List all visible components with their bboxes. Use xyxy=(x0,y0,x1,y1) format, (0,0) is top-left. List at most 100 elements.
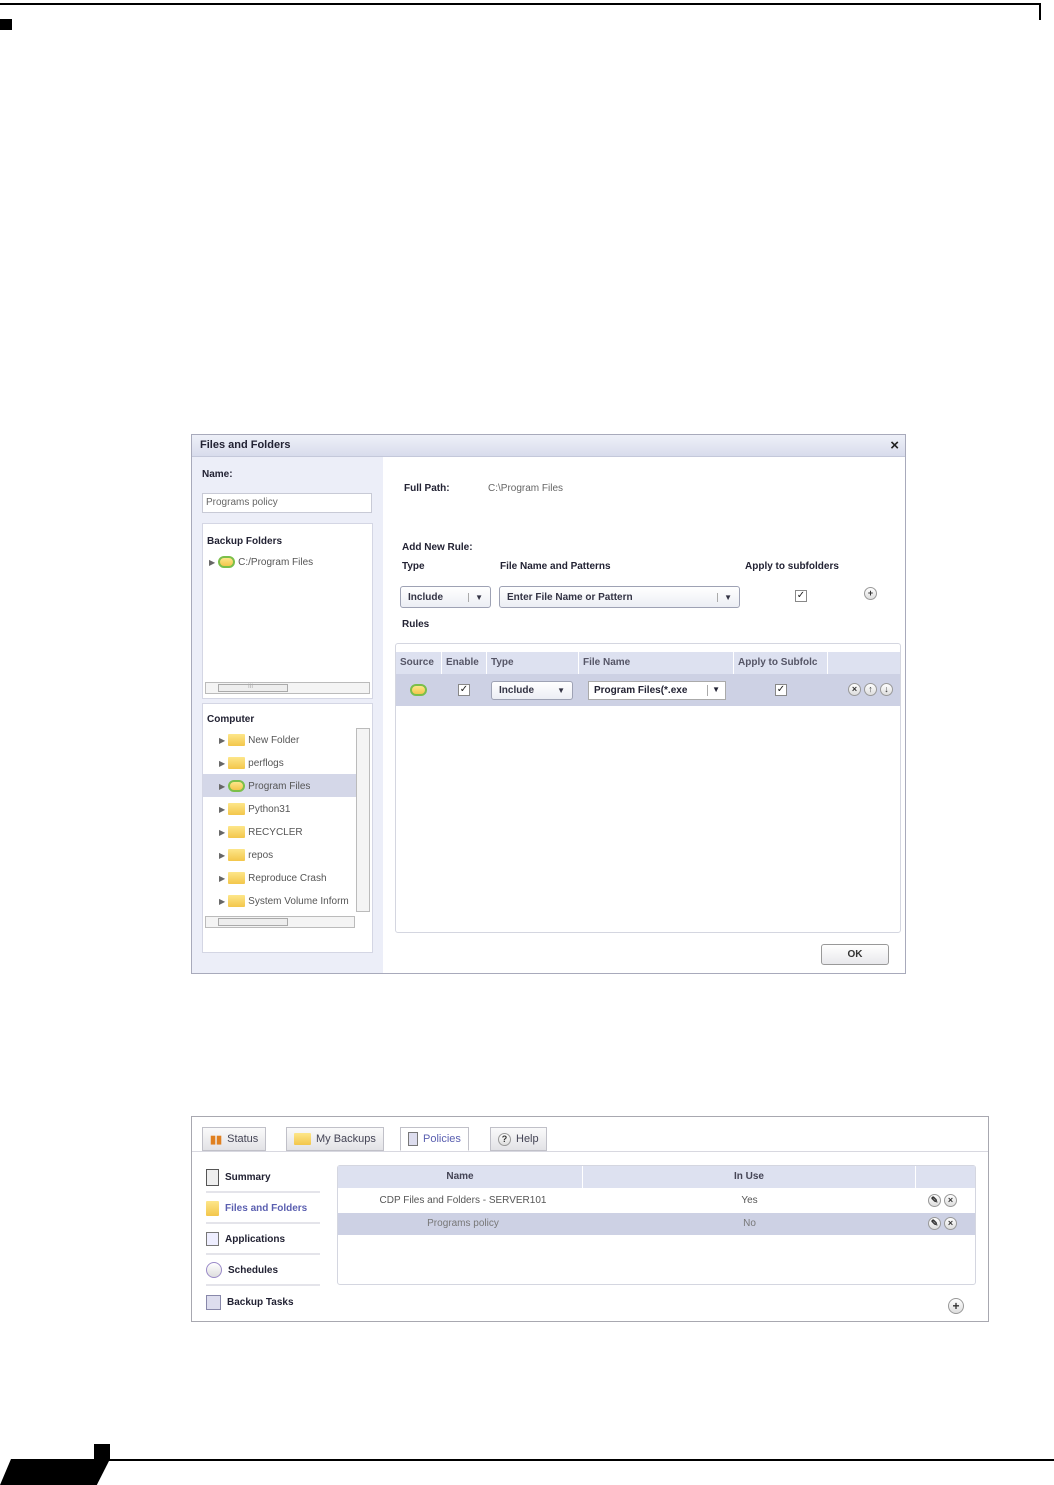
column-header-apply[interactable]: Apply to Subfolc xyxy=(734,652,828,674)
add-rule-icon[interactable]: + xyxy=(864,587,877,600)
backup-tasks-icon xyxy=(206,1294,221,1310)
files-folders-icon xyxy=(206,1200,219,1216)
folder-icon xyxy=(294,1133,311,1145)
ok-button[interactable]: OK xyxy=(821,944,889,965)
name-input[interactable]: Programs policy xyxy=(202,493,372,513)
add-policy-icon[interactable]: + xyxy=(948,1298,964,1314)
tree-item[interactable]: ▶ Python31 xyxy=(219,799,290,819)
nav-files-and-folders[interactable]: Files and Folders xyxy=(206,1194,320,1224)
column-header-in-use[interactable]: In Use xyxy=(583,1166,916,1188)
element: ▶ xyxy=(219,804,226,814)
tree-item-selected[interactable]: ▶ Program Files xyxy=(219,776,310,796)
page-right-rule xyxy=(1039,3,1041,20)
tab-my-backups[interactable]: My Backups xyxy=(286,1127,384,1151)
backup-folders-hscrollbar[interactable] xyxy=(205,682,370,694)
column-header-type[interactable]: Type xyxy=(487,652,579,674)
expand-arrow-icon[interactable]: ▶ xyxy=(209,558,215,567)
folder-icon xyxy=(228,849,246,861)
help-icon: ? xyxy=(498,1132,511,1146)
backup-folder-item[interactable]: ▶ C:/Program Files xyxy=(209,552,313,572)
column-header-name[interactable]: Name xyxy=(338,1166,583,1188)
pattern-label: File Name and Patterns xyxy=(500,561,611,572)
delete-icon[interactable]: × xyxy=(944,1217,957,1230)
page-footer-block xyxy=(0,1459,110,1485)
element: ▶ xyxy=(219,735,226,745)
label: Schedules xyxy=(228,1264,279,1276)
apply-subfolders-row-checkbox[interactable]: ✓ xyxy=(775,684,787,696)
label: Enter File Name or Pattern xyxy=(507,591,633,603)
edit-icon[interactable]: ✎ xyxy=(928,1194,941,1207)
move-down-icon[interactable]: ↓ xyxy=(880,683,893,696)
element xyxy=(192,1151,988,1152)
rule-row[interactable]: ✓ Include ▼ Program Files(*.exe ▼ ✓ × ↑ ↓ xyxy=(396,674,900,706)
summary-icon xyxy=(206,1168,219,1186)
nav-schedules[interactable]: Schedules xyxy=(206,1256,320,1286)
label: repos xyxy=(248,849,274,861)
rule-type-select[interactable]: Include ▼ xyxy=(491,681,573,700)
label: My Backups xyxy=(316,1133,376,1145)
rules-table: Source Enable Type File Name Apply to Su… xyxy=(395,643,901,933)
type-label: Type xyxy=(402,561,425,572)
policies-window: ▮▮ Status My Backups Policies ? Help Summa… xyxy=(191,1116,989,1322)
label: Applications xyxy=(225,1233,286,1245)
chevron-down-icon: ▼ xyxy=(468,592,483,602)
policy-in-use: No xyxy=(743,1218,756,1229)
nav-applications[interactable]: Applications xyxy=(206,1225,320,1255)
element: ▶ xyxy=(219,758,226,768)
label: Status xyxy=(227,1133,259,1145)
close-icon[interactable]: × xyxy=(890,437,899,454)
label: Policies xyxy=(423,1133,461,1145)
type-select[interactable]: Include ▼ xyxy=(400,586,491,608)
folder-icon xyxy=(228,734,246,746)
tree-item[interactable]: ▶ System Volume Inform xyxy=(219,891,355,911)
computer-hscrollbar[interactable] xyxy=(205,916,355,928)
move-up-icon[interactable]: ↑ xyxy=(864,683,877,696)
page-corner-mark xyxy=(0,19,12,30)
scroll-grip: III xyxy=(248,684,254,690)
tree-item[interactable]: ▶ repos xyxy=(219,845,273,865)
apply-subfolders-checkbox[interactable]: ✓ xyxy=(795,590,807,602)
enable-checkbox[interactable]: ✓ xyxy=(458,684,470,696)
table-row[interactable]: CDP Files and Folders - SERVER101 Yes ✎ … xyxy=(338,1190,975,1212)
nav-summary[interactable]: Summary xyxy=(206,1163,320,1193)
computer-vscrollbar[interactable] xyxy=(356,728,370,912)
tree-item[interactable]: ▶ RECYCLER xyxy=(219,822,303,842)
label: System Volume Inform xyxy=(248,895,349,907)
source-folder-icon xyxy=(410,684,427,696)
rule-file-name-input[interactable]: Program Files(*.exe ▼ xyxy=(588,681,726,700)
chevron-down-icon: ▼ xyxy=(557,686,565,695)
pattern-input[interactable]: Enter File Name or Pattern ▼ xyxy=(499,586,740,608)
tab-help[interactable]: ? Help xyxy=(490,1127,547,1151)
folder-icon xyxy=(228,826,246,838)
policy-document-icon xyxy=(408,1132,418,1146)
folder-backup-icon xyxy=(228,780,246,792)
label: Summary xyxy=(225,1171,271,1183)
label: Backup Tasks xyxy=(227,1296,294,1308)
nav-backup-tasks[interactable]: Backup Tasks xyxy=(206,1287,320,1317)
delete-rule-icon[interactable]: × xyxy=(848,683,861,696)
column-header-enable[interactable]: Enable xyxy=(442,652,487,674)
column-header-source[interactable]: Source xyxy=(396,652,442,674)
policy-name: CDP Files and Folders - SERVER101 xyxy=(379,1195,547,1206)
bar-chart-icon: ▮▮ xyxy=(210,1133,223,1146)
chevron-down-icon: ▼ xyxy=(707,685,720,696)
element: ▶ xyxy=(219,781,226,791)
rules-label: Rules xyxy=(402,619,430,630)
tab-status[interactable]: ▮▮ Status xyxy=(202,1127,267,1151)
table-row-selected[interactable]: Programs policy No ✎ × xyxy=(338,1213,975,1235)
label: Include xyxy=(408,591,444,603)
tree-item[interactable]: ▶ perflogs xyxy=(219,753,284,773)
tree-item[interactable]: ▶ Reproduce Crash xyxy=(219,868,327,888)
policies-table: Name In Use CDP Files and Folders - SERV… xyxy=(337,1165,976,1285)
backup-folders-panel: Backup Folders ▶ C:/Program Files xyxy=(202,523,373,699)
column-header-file-name[interactable]: File Name xyxy=(579,652,734,674)
scrollbar-thumb[interactable] xyxy=(218,918,288,926)
label: Reproduce Crash xyxy=(248,872,327,884)
element: Name In Use xyxy=(338,1166,975,1188)
tree-item[interactable]: ▶ New Folder xyxy=(219,730,299,750)
computer-label: Computer xyxy=(207,714,255,725)
chevron-down-icon: ▼ xyxy=(717,592,732,602)
delete-icon[interactable]: × xyxy=(944,1194,957,1207)
tab-policies[interactable]: Policies xyxy=(400,1127,469,1151)
edit-icon[interactable]: ✎ xyxy=(928,1217,941,1230)
